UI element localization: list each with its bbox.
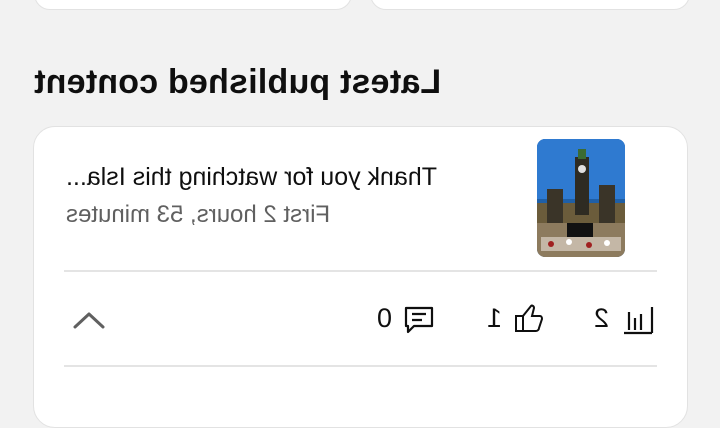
thumbs-up-icon[interactable] (512, 302, 546, 336)
views-count: 2 (594, 303, 610, 333)
latest-content-card: Thank you for watching this Isla... Firs… (33, 126, 688, 428)
bar-chart-icon (621, 302, 655, 336)
video-row[interactable]: Thank you for watching this Isla... Firs… (34, 127, 687, 271)
video-thumbnail[interactable] (537, 139, 625, 257)
section-title: Latest published content (34, 63, 442, 101)
comments-count: 0 (377, 303, 393, 333)
previous-card-left (34, 0, 352, 10)
previous-card-right (370, 0, 690, 10)
video-title: Thank you for watching this Isla... (66, 163, 438, 191)
comment-icon[interactable] (402, 302, 436, 336)
stats-row: 2 1 0 (34, 272, 687, 364)
chevron-up-icon[interactable] (70, 305, 108, 335)
divider (64, 365, 657, 367)
video-meta: First 2 hours, 53 minutes (66, 201, 331, 228)
likes-count: 1 (487, 303, 503, 333)
